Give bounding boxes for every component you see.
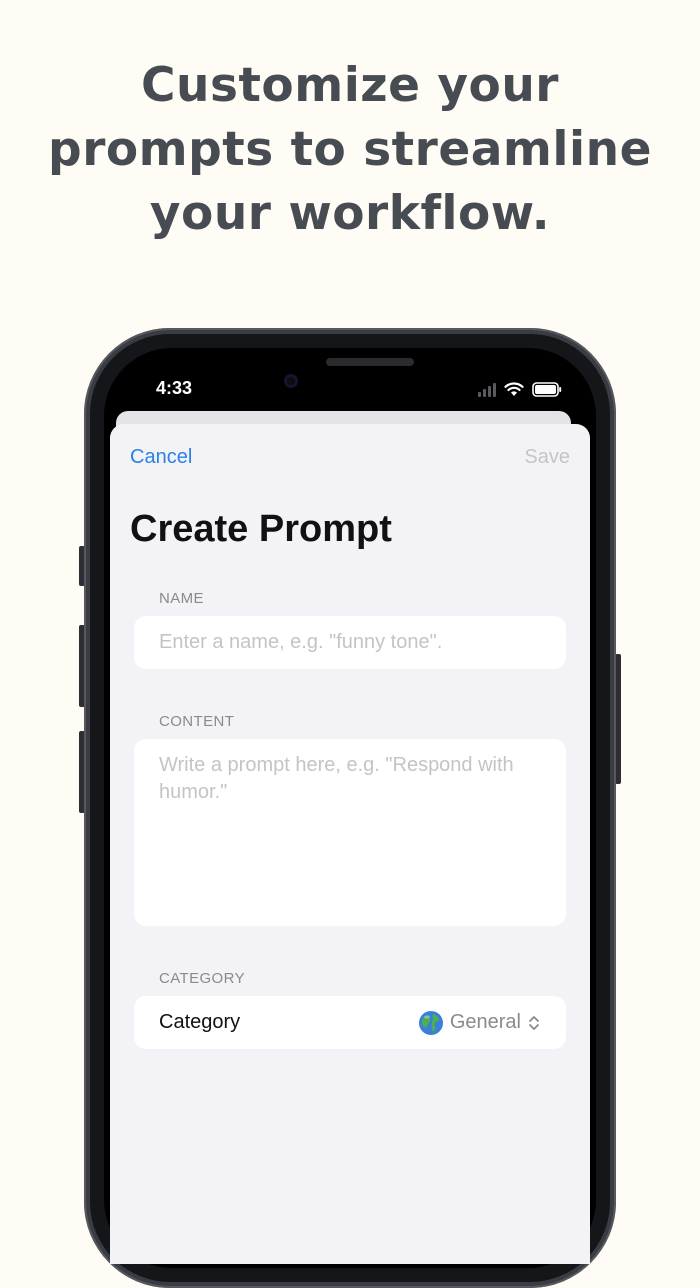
- wifi-icon: [504, 382, 524, 397]
- earpiece-speaker: [326, 358, 414, 366]
- globe-icon: [418, 1010, 444, 1036]
- battery-icon: [532, 382, 562, 397]
- page-title: Create Prompt: [130, 508, 392, 550]
- category-section-label: CATEGORY: [159, 970, 245, 987]
- save-button[interactable]: Save: [524, 446, 570, 469]
- name-section-label: NAME: [159, 590, 204, 607]
- headline-line-2: prompts to streamline: [48, 122, 652, 177]
- cancel-button[interactable]: Cancel: [130, 446, 192, 469]
- chevron-up-down-icon: [527, 1014, 541, 1032]
- marketing-headline: Customize your prompts to streamline you…: [0, 54, 700, 246]
- status-icons: [478, 382, 562, 397]
- cellular-signal-icon: [478, 382, 496, 397]
- category-selected-value: General: [418, 1010, 541, 1036]
- content-section-label: CONTENT: [159, 713, 235, 730]
- headline-line-1: Customize your: [141, 58, 559, 113]
- headline-line-3: your workflow.: [149, 186, 551, 241]
- create-prompt-sheet: Cancel Save Create Prompt NAME CONTENT C…: [110, 424, 590, 1264]
- category-row-label: Category: [159, 1011, 241, 1033]
- category-value-text: General: [449, 1011, 521, 1033]
- name-input[interactable]: [134, 616, 566, 669]
- status-time: 4:33: [156, 378, 193, 398]
- front-camera-icon: [284, 374, 298, 388]
- content-textarea[interactable]: [134, 739, 566, 926]
- category-picker[interactable]: Category General: [134, 996, 566, 1049]
